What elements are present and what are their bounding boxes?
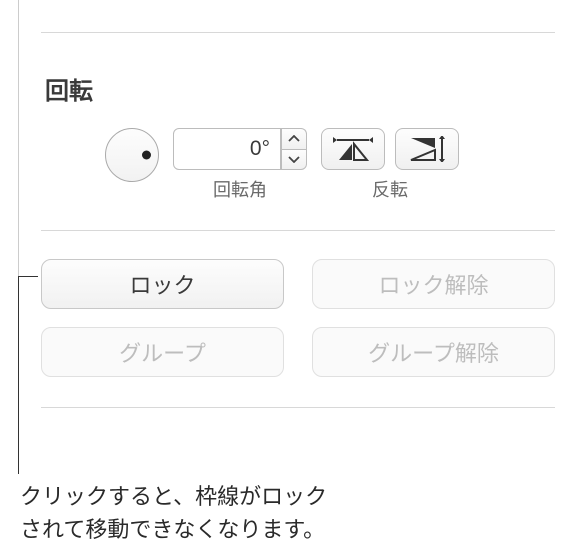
ungroup-button: グループ解除 (312, 327, 555, 377)
lock-button[interactable]: ロック (41, 259, 284, 309)
rotation-dial[interactable] (105, 128, 159, 182)
group-button: グループ (41, 327, 284, 377)
flip-group: 反転 (321, 128, 459, 202)
object-action-buttons: ロック ロック解除 グループ グループ解除 (41, 231, 555, 407)
flip-horizontal-button[interactable] (321, 128, 385, 170)
rotation-angle-input[interactable] (173, 128, 281, 170)
section-title-rotation: 回転 (41, 33, 555, 128)
callout-leader-line (18, 276, 19, 474)
divider-bottom (41, 407, 555, 408)
stepper-down-button[interactable] (281, 149, 307, 171)
rotation-angle-label: 回転角 (213, 176, 267, 202)
chevron-up-icon (288, 135, 300, 143)
rotation-controls-row: 回転角 (41, 128, 555, 230)
flip-label: 反転 (372, 176, 408, 202)
flip-buttons (321, 128, 459, 170)
unlock-button: ロック解除 (312, 259, 555, 309)
rotation-angle-input-wrap (173, 128, 307, 170)
flip-vertical-button[interactable] (395, 128, 459, 170)
flip-horizontal-icon (333, 136, 373, 162)
rotation-angle-stepper (281, 128, 307, 170)
inspector-panel: 回転 回転角 (18, 0, 577, 408)
flip-vertical-icon (407, 136, 447, 162)
rotation-angle-group: 回転角 (173, 128, 307, 202)
callout-text: クリックすると、枠線がロック されて移動できなくなります。 (20, 480, 327, 546)
stepper-up-button[interactable] (281, 128, 307, 149)
chevron-down-icon (288, 155, 300, 163)
